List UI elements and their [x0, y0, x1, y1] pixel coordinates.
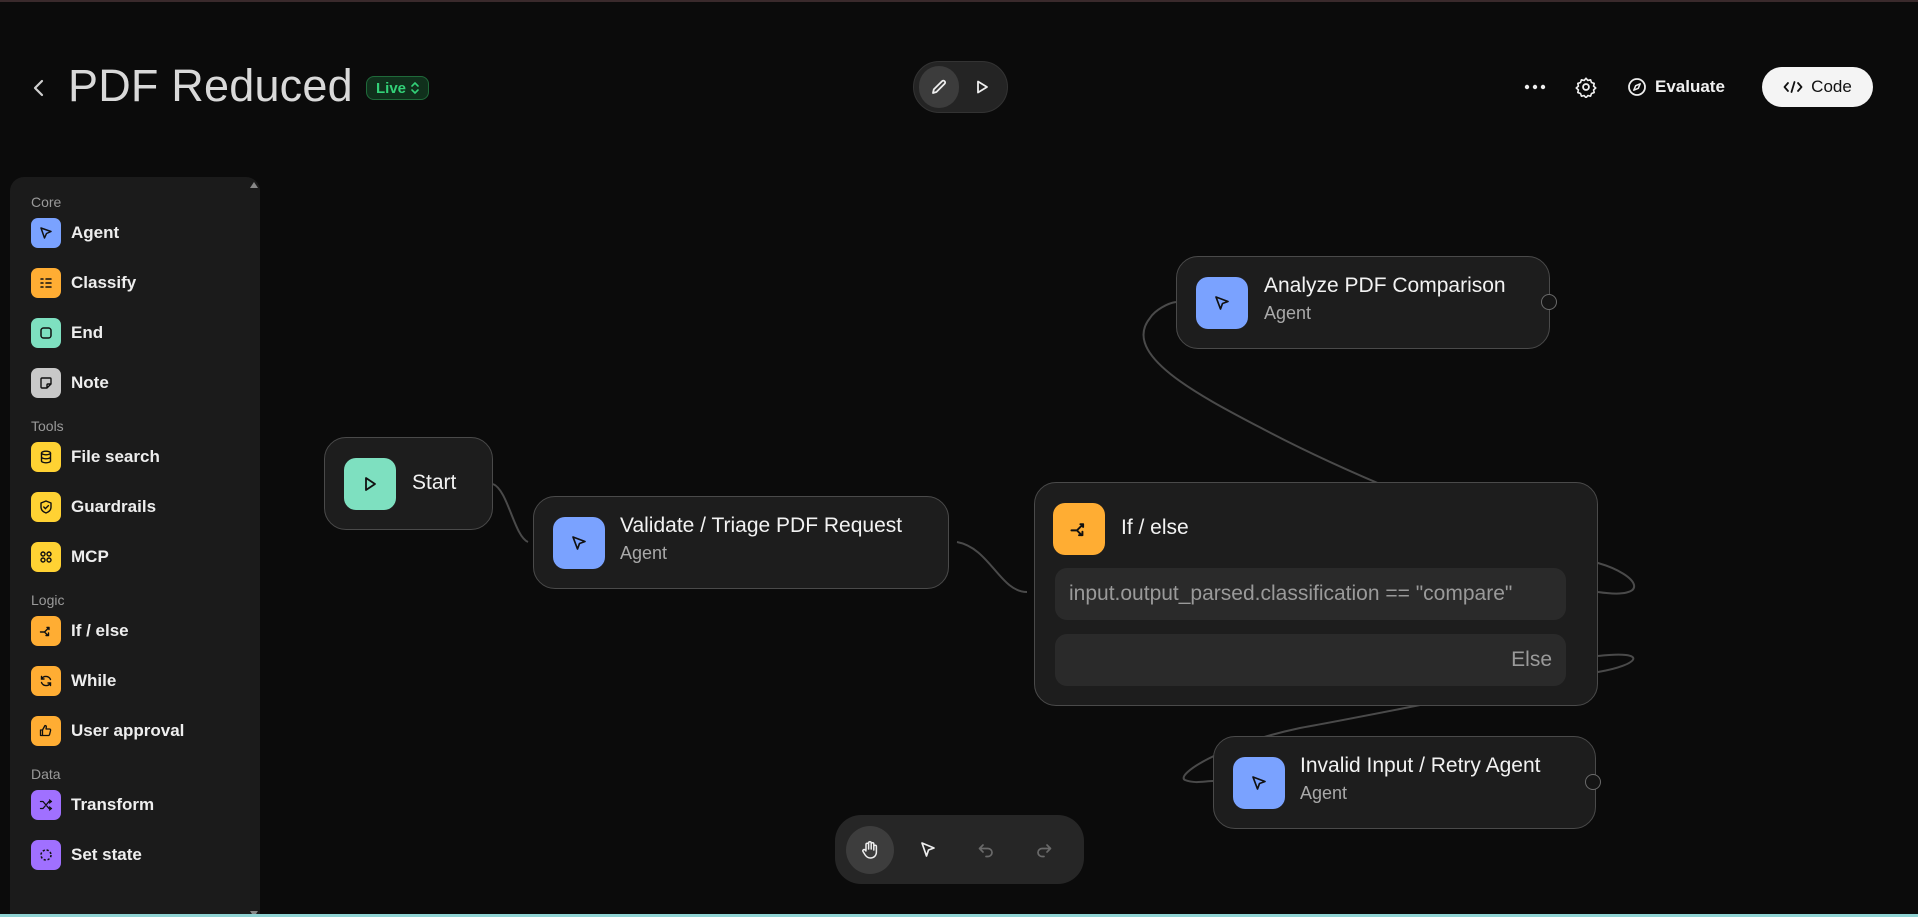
node-title: Analyze PDF Comparison: [1264, 274, 1506, 297]
cursor-icon: [921, 841, 935, 857]
node-subtitle: Agent: [1264, 303, 1312, 323]
node-title: Start: [412, 471, 457, 494]
condition-field[interactable]: input.output_parsed.classification == "c…: [1055, 568, 1566, 620]
hand-icon: [862, 840, 878, 859]
node-invalid-agent[interactable]: Invalid Input / Retry Agent Agent: [1213, 736, 1596, 829]
agent-icon: [1233, 757, 1285, 809]
node-subtitle: Agent: [1300, 783, 1348, 803]
select-tool-button[interactable]: [904, 826, 952, 874]
output-handle[interactable]: [1541, 294, 1557, 310]
workflow-edges: [492, 301, 1635, 784]
redo-icon: [1037, 843, 1052, 857]
agent-icon: [1196, 277, 1248, 329]
node-subtitle: Agent: [620, 543, 668, 563]
node-title: If / else: [1121, 516, 1189, 539]
node-title: Invalid Input / Retry Agent: [1300, 754, 1541, 777]
output-handle[interactable]: [1585, 774, 1601, 790]
node-validate-agent[interactable]: Validate / Triage PDF Request Agent: [533, 496, 949, 589]
node-analyze-agent[interactable]: Analyze PDF Comparison Agent: [1176, 256, 1550, 349]
canvas-toolbar: [835, 815, 1084, 884]
undo-button[interactable]: [962, 826, 1010, 874]
node-title: Validate / Triage PDF Request: [620, 514, 903, 537]
edge-validate-ifelse: [956, 541, 1028, 593]
else-branch[interactable]: Else: [1055, 634, 1566, 686]
branch-icon: [1053, 503, 1105, 555]
pan-tool-button[interactable]: [846, 825, 894, 874]
redo-button[interactable]: [1020, 826, 1068, 874]
undo-icon: [978, 843, 993, 857]
play-icon: [344, 458, 396, 510]
node-start[interactable]: Start: [324, 437, 493, 530]
agent-icon: [553, 517, 605, 569]
node-if-else[interactable]: If / else input.output_parsed.classifica…: [1034, 482, 1598, 706]
edge-start-validate: [492, 483, 529, 543]
